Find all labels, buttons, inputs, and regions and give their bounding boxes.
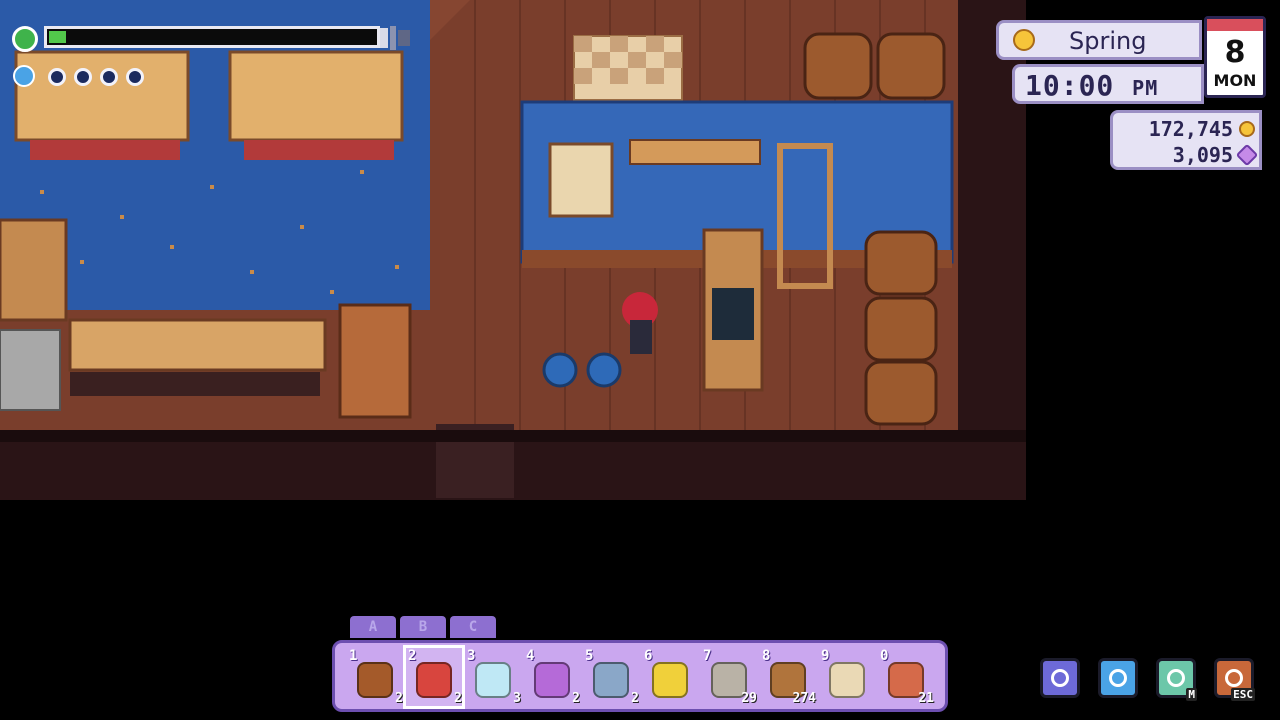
menu-board — [548, 142, 614, 218]
calendar-weekday: MON — [1213, 71, 1257, 90]
map-button[interactable]: M — [1156, 658, 1197, 701]
hotbar-tabs: A B C — [350, 616, 498, 638]
water-drop-button[interactable] — [1098, 658, 1138, 698]
plank-bench — [68, 318, 327, 396]
season-panel: Spring — [996, 20, 1202, 60]
hotbar-slot[interactable]: 33 — [465, 648, 521, 706]
horseshoe-button[interactable] — [1040, 658, 1080, 698]
hotbar-slot[interactable]: 0 21 — [878, 648, 934, 706]
slot-count: 3 — [513, 691, 521, 706]
mana-meter — [8, 62, 168, 92]
hotbar-tab-c[interactable]: C — [450, 616, 496, 638]
hotbar-tab-b[interactable]: B — [400, 616, 446, 638]
side-cabinet — [0, 218, 68, 322]
wood-stump-icon — [357, 662, 393, 698]
hotbar-tab-a[interactable]: A — [350, 616, 396, 638]
time-value: 10:00 — [1025, 69, 1115, 102]
purple-mushroom-icon — [534, 662, 570, 698]
water-drop-icon — [1109, 669, 1127, 687]
mana-orb-icon — [48, 68, 66, 86]
hotbar-slot[interactable]: 6 — [642, 648, 698, 706]
time-ampm: PM — [1132, 76, 1159, 100]
hotbar-slot[interactable]: 22 — [403, 645, 465, 709]
currency-panel: 172,745 3,095 — [1110, 110, 1262, 170]
stool — [586, 352, 622, 388]
stamina-meter — [8, 22, 418, 56]
stone-block — [0, 329, 61, 411]
slot-count: 29 — [741, 691, 757, 706]
hotbar-slot[interactable]: 12 — [347, 648, 403, 706]
hotkey-label: M — [1186, 688, 1197, 701]
slot-number: 4 — [526, 648, 535, 664]
slot-number: 9 — [821, 648, 830, 664]
time-display: 10:00 PM — [1025, 69, 1158, 102]
barrels-stack — [864, 230, 938, 426]
clock-panel: 10:00 PM — [1012, 64, 1204, 104]
fish-icon — [593, 662, 629, 698]
stamina-bar — [44, 26, 380, 48]
gold-coin-icon — [1239, 121, 1255, 137]
map-icon — [1167, 669, 1185, 687]
shelf — [629, 139, 761, 165]
red-feather-icon — [416, 662, 452, 698]
sun-icon — [1013, 29, 1035, 51]
stamina-icon — [12, 26, 38, 52]
slot-count: 2 — [395, 691, 403, 706]
desk-right — [228, 50, 404, 160]
slot-count: 2 — [631, 691, 639, 706]
slot-number: 6 — [644, 648, 653, 664]
journal-icon — [1225, 669, 1243, 687]
stool — [542, 352, 578, 388]
slot-number: 0 — [880, 648, 889, 664]
hotbar: 1 2 2 2 3 3 4 2 5 2 6 7 29 8 274 9 0 21 — [332, 640, 948, 712]
calendar-day: 8 — [1224, 35, 1246, 70]
slot-count: 2 — [454, 691, 462, 706]
season-label: Spring — [1069, 27, 1147, 55]
calendar-icon: 8 MON — [1204, 16, 1266, 98]
gold-amount: 172,745 — [1148, 117, 1233, 141]
mana-orb-icon — [100, 68, 118, 86]
slot-number: 2 — [408, 648, 417, 664]
diamond-icon — [475, 662, 511, 698]
yellow-flower-icon — [652, 662, 688, 698]
hotbar-slot[interactable]: 52 — [583, 648, 639, 706]
hotkey-label: ESC — [1231, 688, 1255, 701]
battery-cap-icon — [380, 26, 410, 50]
game-world — [0, 0, 1280, 720]
hotbar-slot[interactable]: 9 — [819, 648, 875, 706]
slot-number: 3 — [467, 648, 476, 664]
journal-button[interactable]: ESC — [1214, 658, 1255, 701]
mana-orb-icon — [126, 68, 144, 86]
slot-number: 5 — [585, 648, 594, 664]
slot-number: 8 — [762, 648, 771, 664]
mana-orb-icon — [74, 68, 92, 86]
slot-count: 2 — [572, 691, 580, 706]
wooden-door — [338, 303, 412, 419]
essence-icon — [1235, 143, 1259, 167]
hotbar-slot[interactable]: 7 29 — [701, 648, 757, 706]
hotbar-slot[interactable]: 8 274 — [760, 648, 816, 706]
hotbar-slot[interactable]: 42 — [524, 648, 580, 706]
horseshoe-icon — [1051, 669, 1069, 687]
mana-drop-icon — [13, 65, 35, 87]
slot-count: 274 — [792, 691, 816, 706]
stamina-fill — [49, 31, 66, 43]
slot-number: 7 — [703, 648, 712, 664]
essence-amount: 3,095 — [1172, 143, 1233, 167]
slot-number: 1 — [349, 648, 358, 664]
slot-count: 21 — [918, 691, 934, 706]
scroll-icon — [829, 662, 865, 698]
